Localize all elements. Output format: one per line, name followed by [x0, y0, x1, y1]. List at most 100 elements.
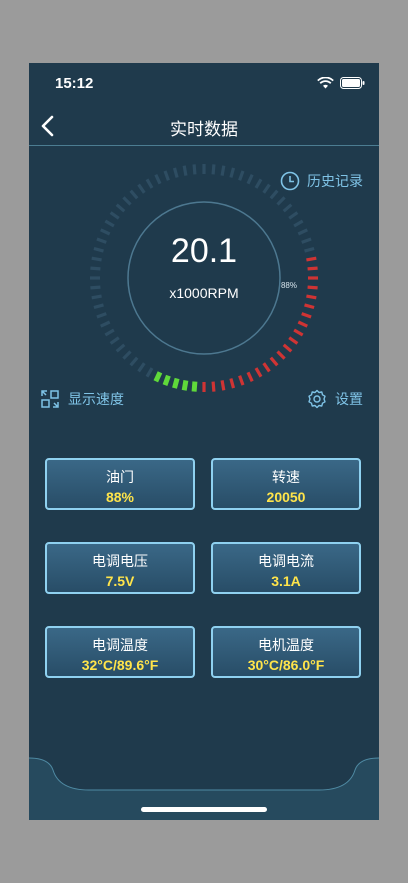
gauge-tick	[246, 174, 254, 185]
rpm-card[interactable]: 转速 20050	[211, 458, 361, 510]
home-indicator[interactable]	[141, 807, 267, 812]
gauge-tick	[282, 203, 293, 213]
gauge-tick	[91, 294, 102, 300]
gauge-tick	[304, 246, 315, 253]
gauge-tick	[276, 350, 286, 360]
gauge-tick	[181, 379, 189, 391]
gauge-tick	[122, 350, 132, 360]
gauge-tick	[269, 356, 279, 367]
esc-current-card[interactable]: 电调电流 3.1A	[211, 542, 361, 594]
gauge-tick	[191, 381, 198, 392]
gauge-tick	[104, 328, 115, 337]
card-value: 32°C/89.6°F	[81, 657, 159, 673]
show-speed-label: 显示速度	[68, 392, 124, 408]
gauge-tick	[238, 375, 245, 386]
gauge-tick	[262, 362, 271, 373]
gauge-tick	[172, 167, 179, 178]
gauge-tick	[220, 380, 226, 391]
gauge-tick	[182, 165, 188, 176]
gauge-tick	[90, 285, 101, 290]
gauge-tick	[306, 294, 317, 300]
gauge-tick	[137, 362, 146, 373]
gauge-tick	[276, 196, 286, 206]
gauge-tick	[93, 303, 104, 310]
gauge-tick	[96, 237, 107, 244]
gauge-tick	[109, 336, 120, 345]
card-value: 7.5V	[105, 573, 135, 589]
card-label: 油门	[106, 470, 134, 486]
gauge-tick	[172, 377, 180, 389]
gauge-tick	[96, 312, 107, 319]
throttle-card[interactable]: 油门 88%	[45, 458, 195, 510]
gauge-tick	[282, 343, 293, 353]
motor-temperature-card[interactable]: 电机温度 30°C/86.0°F	[211, 626, 361, 678]
gauge-tick	[91, 256, 102, 262]
gauge-tick	[246, 371, 254, 382]
card-label: 电调温度	[92, 638, 148, 654]
gauge-tick	[301, 312, 312, 319]
gauge-tick	[145, 178, 154, 189]
show-speed-button[interactable]: 显示速度	[40, 389, 124, 409]
gauge-tick	[229, 378, 236, 389]
esc-voltage-card[interactable]: 电调电压 7.5V	[45, 542, 195, 594]
gauge-tick	[137, 183, 146, 194]
gauge-tick	[254, 178, 263, 189]
gauge-value: 20.1	[171, 232, 237, 270]
nav-bar: 实时数据	[29, 107, 379, 146]
card-label: 电调电流	[258, 554, 314, 570]
gauge-tick	[307, 266, 318, 271]
gauge-tick	[115, 203, 126, 213]
card-value: 30°C/86.0°F	[247, 657, 325, 673]
page-title: 实时数据	[170, 120, 238, 140]
gauge-tick	[269, 189, 279, 200]
gauge-tick	[211, 164, 216, 175]
settings-label: 设置	[335, 392, 363, 408]
gauge-tick	[192, 164, 197, 175]
gauge-tick	[306, 256, 317, 262]
gauge-tick	[104, 219, 115, 228]
gauge-tick	[145, 367, 154, 378]
gauge-tick	[100, 228, 111, 236]
gauge-inner-ring	[127, 201, 281, 355]
card-label: 转速	[272, 470, 300, 486]
gauge-tick	[220, 165, 226, 176]
gauge-tick	[93, 246, 104, 253]
gauge-tick	[122, 196, 132, 206]
status-bar: 15:12	[29, 63, 379, 107]
gauge-tick	[304, 303, 315, 310]
gauge-tick	[297, 228, 308, 236]
gauge-tick	[297, 320, 308, 328]
gauge-unit: x1000RPM	[169, 285, 238, 301]
card-label: 电调电压	[92, 554, 148, 570]
card-label: 电机温度	[258, 638, 314, 654]
gauge-tick	[129, 189, 139, 200]
esc-temperature-card[interactable]: 电调温度 32°C/89.6°F	[45, 626, 195, 678]
card-value: 3.1A	[271, 573, 301, 589]
gauge-tick	[288, 336, 299, 345]
gauge-ticks	[90, 164, 318, 392]
swap-display-icon	[41, 390, 59, 408]
gauge-tick	[288, 211, 299, 220]
throttle-percent-label: 88%	[281, 281, 297, 290]
gauge-tick	[301, 237, 312, 244]
gauge-tick	[115, 343, 126, 353]
gauge-tick	[100, 320, 111, 328]
wifi-icon	[317, 77, 334, 89]
status-time: 15:12	[55, 75, 94, 92]
settings-button[interactable]: 设置	[307, 389, 363, 409]
gauge-tick	[211, 381, 216, 392]
gauge-tick	[262, 183, 271, 194]
card-value: 88%	[105, 489, 135, 505]
gauge-tick	[229, 167, 236, 178]
app-screen: 15:12 实时数据 历史记录 20.1 x1000RPM 88% 显示速度 设…	[29, 63, 379, 820]
rpm-gauge: 20.1 x1000RPM 88%	[90, 164, 318, 392]
gauge-tick	[154, 174, 162, 185]
gauge-tick	[90, 266, 101, 271]
gauge-tick	[129, 356, 139, 367]
gauge-tick	[238, 170, 245, 181]
system-icons	[317, 77, 365, 89]
gauge-tick	[254, 367, 263, 378]
battery-icon	[340, 77, 365, 89]
gauge-tick	[162, 374, 171, 386]
gauge-tick	[153, 371, 163, 383]
